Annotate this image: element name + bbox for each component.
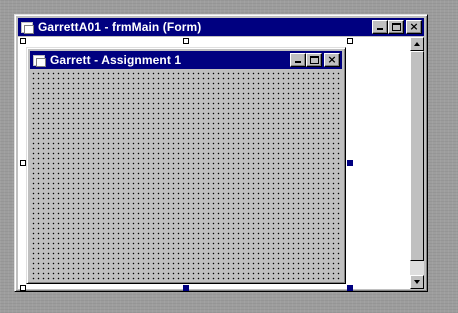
resize-handle-middle-right[interactable] [347, 160, 353, 166]
resize-handle-top-left[interactable] [20, 38, 26, 44]
form-maximize-button[interactable] [306, 53, 322, 67]
form-title: Garrett - Assignment 1 [50, 53, 182, 67]
resize-handle-bottom-left[interactable] [20, 285, 26, 291]
close-icon: × [409, 20, 419, 33]
scroll-up-button[interactable] [410, 37, 424, 51]
form-design-grid[interactable] [30, 70, 342, 280]
close-icon: × [327, 53, 337, 66]
minimize-icon [377, 28, 383, 30]
scroll-down-button[interactable] [410, 275, 424, 289]
form-minimize-button[interactable] [290, 53, 306, 67]
resize-handle-top-center[interactable] [183, 38, 189, 44]
form-close-button[interactable]: × [324, 53, 340, 67]
designer-close-button[interactable]: × [406, 20, 422, 34]
designer-maximize-button[interactable] [388, 20, 404, 34]
resize-handle-bottom-center[interactable] [183, 285, 189, 291]
designer-title: GarrettA01 - frmMain (Form) [38, 20, 202, 34]
resize-handle-top-right[interactable] [347, 38, 353, 44]
form-titlebar[interactable]: Garrett - Assignment 1 × [30, 51, 342, 69]
maximize-icon [392, 23, 401, 31]
form-icon[interactable] [20, 20, 34, 34]
minimize-icon [295, 61, 301, 63]
form-window[interactable]: Garrett - Assignment 1 × [26, 47, 346, 284]
form-icon[interactable] [32, 53, 46, 67]
scroll-thumb[interactable] [410, 51, 424, 261]
resize-handle-bottom-right[interactable] [347, 285, 353, 291]
designer-minimize-button[interactable] [372, 20, 388, 34]
vertical-scrollbar[interactable] [410, 37, 424, 289]
arrow-down-icon [414, 280, 420, 284]
resize-handle-middle-left[interactable] [20, 160, 26, 166]
designer-titlebar[interactable]: GarrettA01 - frmMain (Form) × [18, 18, 424, 36]
maximize-icon [310, 56, 319, 64]
arrow-up-icon [414, 42, 420, 46]
